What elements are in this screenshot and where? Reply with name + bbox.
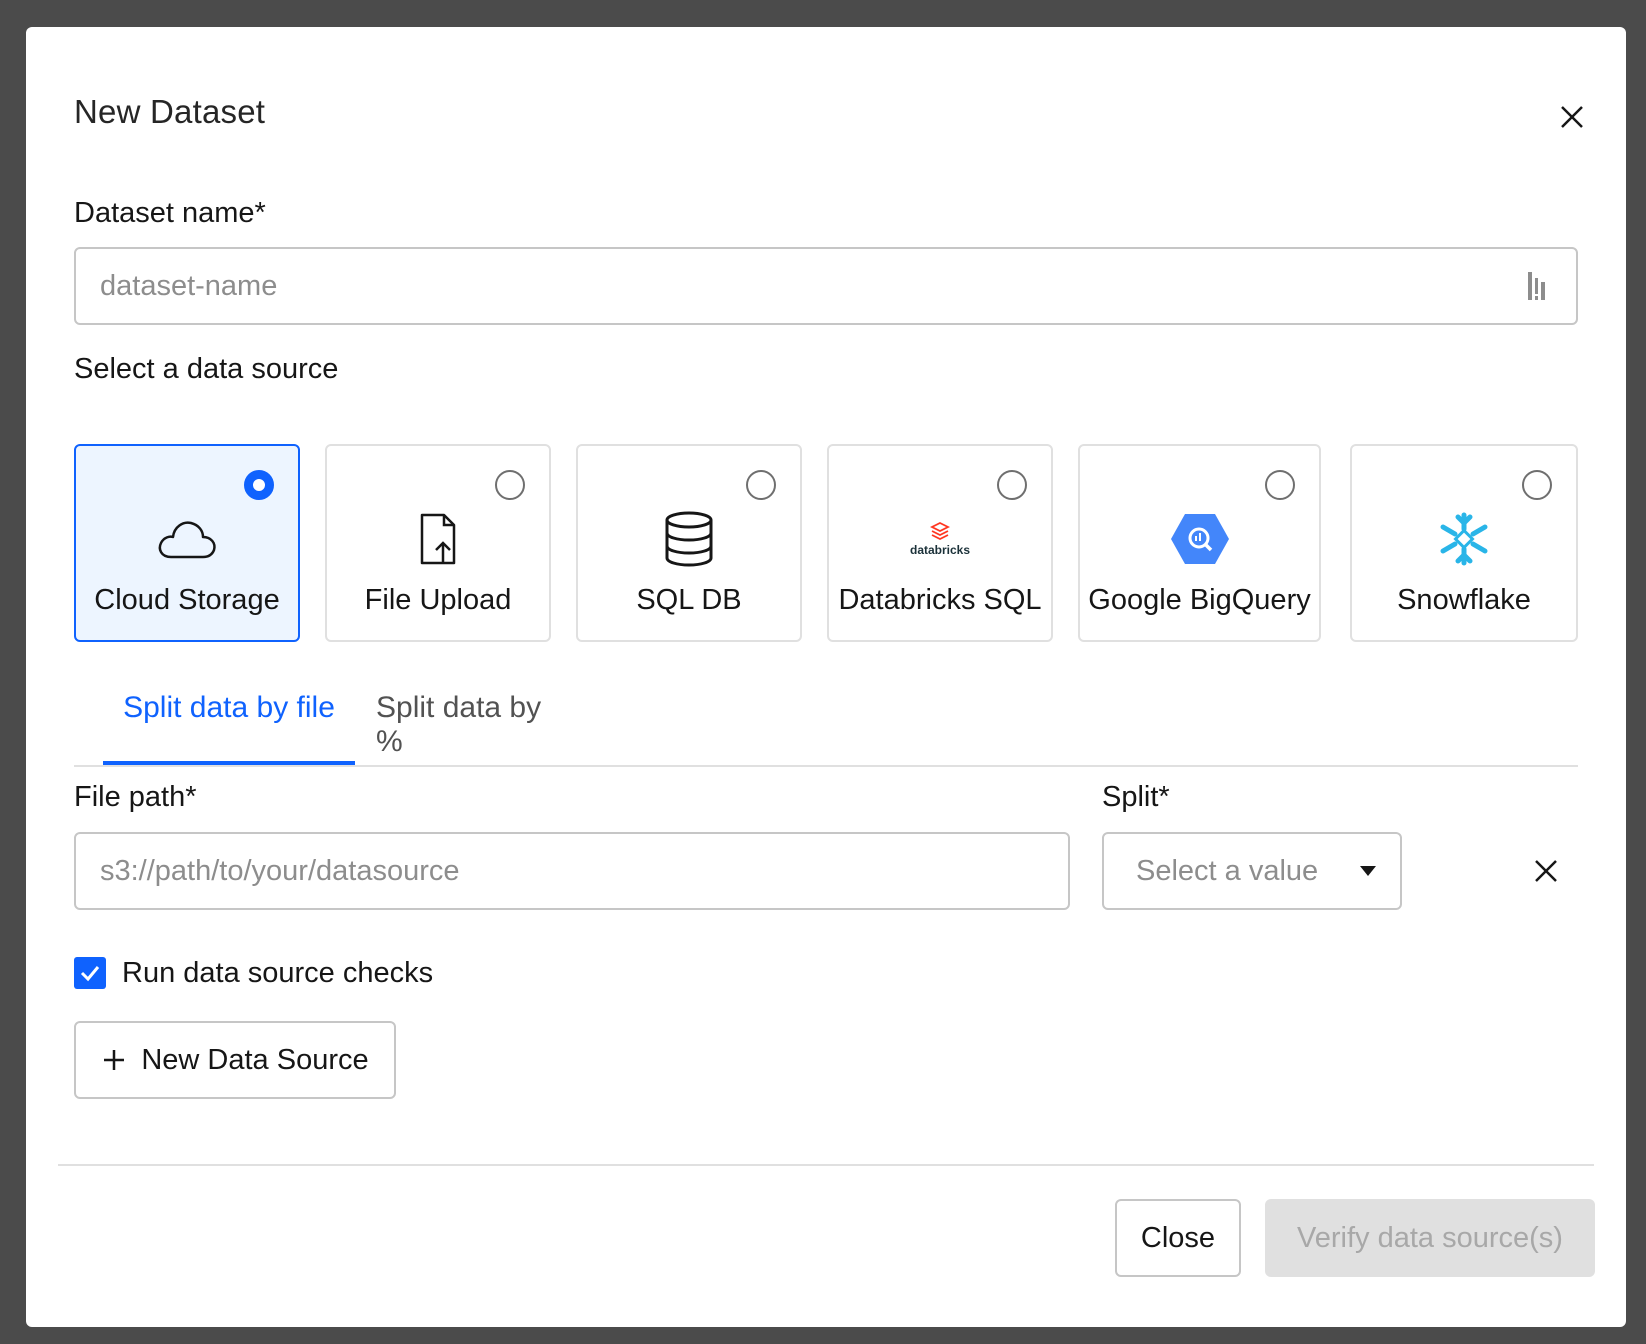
file-path-field <box>74 832 1070 910</box>
source-tile-sql-db[interactable]: SQL DB <box>576 444 802 642</box>
tile-label: File Upload <box>364 584 512 616</box>
dataset-name-input[interactable] <box>100 269 1512 303</box>
run-checks-checkbox[interactable] <box>74 957 106 989</box>
database-icon <box>654 504 724 574</box>
file-upload-icon <box>403 504 473 574</box>
new-data-source-label: New Data Source <box>141 1043 369 1076</box>
radio-icon[interactable] <box>1522 470 1552 500</box>
file-path-label: File path* <box>74 781 197 813</box>
data-source-label: Select a data source <box>74 353 339 385</box>
split-label: Split* <box>1102 781 1170 813</box>
bigquery-logo <box>1165 504 1235 574</box>
tile-label: Snowflake <box>1397 584 1531 616</box>
tab-split-by-percent[interactable]: Split data by % <box>376 687 570 765</box>
password-manager-icon[interactable] <box>1524 270 1552 302</box>
close-button[interactable]: Close <box>1115 1199 1241 1277</box>
databricks-logo-text: databricks <box>909 543 971 557</box>
tile-label: Cloud Storage <box>94 584 280 616</box>
radio-icon[interactable] <box>746 470 776 500</box>
dataset-name-label: Dataset name* <box>74 197 266 229</box>
close-icon[interactable] <box>1552 97 1592 137</box>
radio-icon[interactable] <box>997 470 1027 500</box>
verify-data-sources-button[interactable]: Verify data source(s) <box>1265 1199 1595 1277</box>
databricks-logo: databricks <box>890 504 990 574</box>
source-tile-cloud-storage[interactable]: Cloud Storage <box>74 444 300 642</box>
remove-row-icon[interactable] <box>1526 851 1566 891</box>
plus-icon <box>104 1050 125 1070</box>
new-dataset-modal: New Dataset Dataset name* Select a data … <box>26 27 1626 1327</box>
radio-icon[interactable] <box>1265 470 1295 500</box>
radio-selected-icon[interactable] <box>244 470 274 500</box>
tile-label: Databricks SQL <box>838 584 1042 616</box>
source-tile-databricks-sql[interactable]: databricks Databricks SQL <box>827 444 1053 642</box>
dataset-name-field <box>74 247 1578 325</box>
split-select[interactable]: Select a value <box>1102 832 1402 910</box>
source-tile-file-upload[interactable]: File Upload <box>325 444 551 642</box>
cloud-icon <box>152 504 222 574</box>
chevron-down-icon <box>1360 866 1376 876</box>
run-checks-label[interactable]: Run data source checks <box>122 957 433 990</box>
source-tile-google-bigquery[interactable]: Google BigQuery <box>1078 444 1321 642</box>
new-data-source-button[interactable]: New Data Source <box>74 1021 396 1099</box>
tile-label: SQL DB <box>636 584 742 616</box>
source-tile-snowflake[interactable]: Snowflake <box>1350 444 1578 642</box>
snowflake-logo <box>1429 504 1499 574</box>
modal-title: New Dataset <box>74 93 266 130</box>
footer-divider <box>58 1164 1594 1166</box>
checkmark-icon <box>80 966 100 982</box>
tile-label: Google BigQuery <box>1088 584 1311 616</box>
tab-split-by-file[interactable]: Split data by file <box>103 687 355 765</box>
split-tabs: Split data by file Split data by % <box>74 687 1578 767</box>
split-select-placeholder: Select a value <box>1136 854 1319 887</box>
file-path-input[interactable] <box>100 854 1044 888</box>
radio-icon[interactable] <box>495 470 525 500</box>
